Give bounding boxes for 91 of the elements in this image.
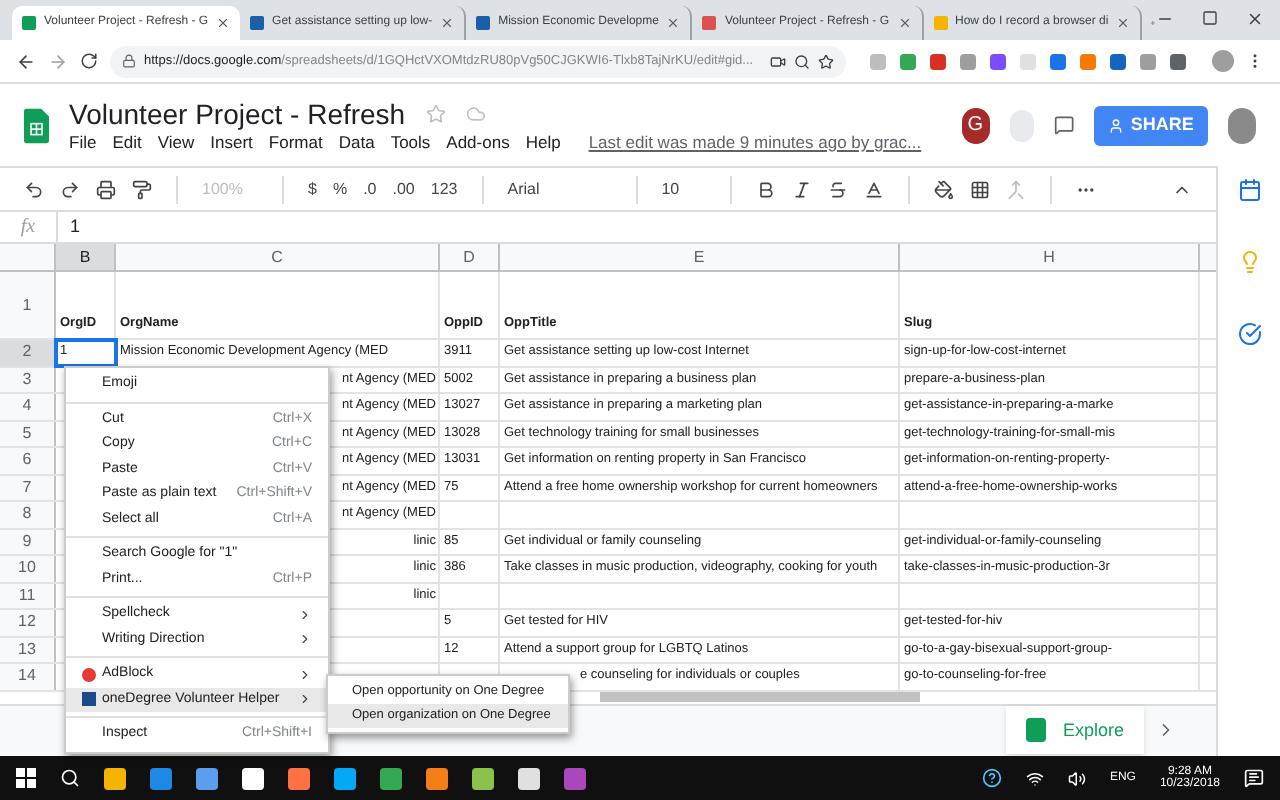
person-icon	[1108, 117, 1125, 133]
row-number[interactable]: 1	[0, 272, 56, 338]
search-icon[interactable]	[794, 53, 810, 69]
back-icon[interactable]	[16, 51, 36, 71]
network-icon[interactable]	[1025, 769, 1044, 787]
column-header[interactable]: C	[116, 244, 440, 270]
row-number[interactable]: 10	[0, 556, 56, 581]
camera-icon[interactable]	[770, 53, 786, 69]
square-icon	[82, 692, 96, 707]
formula-label: fx	[18, 214, 38, 242]
lock-icon	[122, 54, 136, 68]
column-header[interactable]: H	[900, 244, 1200, 270]
formula-input[interactable]: 1	[56, 212, 1216, 242]
strikethrough-icon[interactable]	[827, 179, 848, 199]
reload-icon[interactable]	[80, 52, 98, 70]
row-number[interactable]: 2	[0, 340, 56, 365]
increase-decimals-button[interactable]: .00	[392, 177, 415, 201]
scrollbar-thumb[interactable]	[600, 692, 920, 702]
row-number[interactable]: 5	[0, 421, 56, 446]
close-icon[interactable]	[216, 16, 231, 30]
app-icon[interactable]	[334, 767, 356, 789]
star-icon[interactable]	[818, 53, 834, 69]
notifications-icon[interactable]	[1244, 768, 1264, 788]
help-icon[interactable]	[981, 768, 1002, 788]
font-dropdown[interactable]: Arial	[507, 177, 612, 201]
text-color-icon[interactable]	[863, 179, 884, 199]
font-size-dropdown[interactable]: 10	[661, 177, 706, 201]
four-squares-icon[interactable]	[16, 768, 36, 788]
close-icon[interactable]	[1246, 10, 1264, 28]
row-number[interactable]: 6	[0, 448, 56, 473]
menu-item[interactable]: Format	[268, 133, 323, 151]
redo-icon[interactable]	[60, 179, 80, 199]
app-icon[interactable]	[380, 767, 402, 789]
currency-button[interactable]: $	[308, 177, 317, 201]
row-number[interactable]: 14	[0, 664, 56, 689]
profile-avatar[interactable]	[1227, 107, 1256, 143]
calendar-icon[interactable]	[1237, 178, 1261, 202]
volume-icon[interactable]	[1067, 769, 1086, 787]
paint-format-icon[interactable]	[132, 179, 152, 199]
star-icon[interactable]	[425, 103, 446, 124]
close-icon[interactable]	[666, 16, 681, 30]
menu-item[interactable]: Tools	[390, 133, 431, 151]
app-icon[interactable]	[242, 767, 264, 789]
close-icon[interactable]	[440, 16, 455, 30]
percent-button[interactable]: %	[332, 177, 348, 201]
column-header[interactable]: E	[500, 244, 900, 270]
comment-icon[interactable]	[1054, 112, 1075, 138]
menu-item[interactable]: Help	[525, 133, 561, 151]
menu-item[interactable]: Data	[338, 133, 375, 151]
app-icon[interactable]	[426, 767, 448, 789]
app-icon[interactable]	[104, 767, 126, 789]
close-icon[interactable]	[1116, 16, 1131, 30]
column-header[interactable]: D	[440, 244, 500, 270]
row-number[interactable]: 8	[0, 502, 56, 527]
share-button[interactable]: SHARE	[1094, 105, 1208, 145]
app-icon[interactable]	[518, 767, 540, 789]
bold-icon[interactable]	[755, 179, 776, 199]
borders-icon[interactable]	[969, 179, 990, 199]
menu-item[interactable]: File	[69, 133, 97, 151]
number-format-dropdown[interactable]: 123	[430, 177, 458, 201]
row-number[interactable]: 4	[0, 394, 56, 419]
document-title[interactable]: Volunteer Project - Refresh	[69, 99, 406, 128]
app-icon[interactable]	[288, 767, 310, 789]
app-icon[interactable]	[472, 767, 494, 789]
close-icon[interactable]	[897, 16, 912, 30]
row-number[interactable]: 12	[0, 610, 56, 635]
column-header[interactable]: B	[56, 244, 116, 270]
last-edit-link[interactable]: Last edit was made 9 minutes ago by grac...	[588, 133, 922, 151]
fill-color-icon[interactable]	[933, 179, 954, 199]
menu-item[interactable]: Add-ons	[446, 133, 510, 151]
row-number[interactable]: 13	[0, 637, 56, 662]
print-icon[interactable]	[96, 179, 116, 199]
row-number[interactable]: 9	[0, 529, 56, 554]
decrease-decimals-button[interactable]: .0	[363, 177, 377, 201]
row-number[interactable]: 7	[0, 475, 56, 500]
profile-avatar[interactable]	[1212, 50, 1234, 72]
maximize-icon[interactable]	[1202, 10, 1218, 26]
row-number[interactable]: 11	[0, 583, 56, 608]
explore-button[interactable]: Explore	[1006, 706, 1144, 755]
check-circle-icon[interactable]	[1237, 322, 1261, 346]
app-icon[interactable]	[196, 767, 218, 789]
stop-sign-icon	[82, 667, 96, 682]
italic-icon[interactable]	[791, 179, 812, 199]
user-avatar[interactable]: G	[961, 107, 990, 143]
menu-item[interactable]: Insert	[210, 133, 253, 151]
menu-item[interactable]: View	[157, 133, 195, 151]
undo-icon[interactable]	[24, 179, 44, 199]
menu-item[interactable]: Edit	[112, 133, 142, 151]
spreadsheet-logo-icon[interactable]	[24, 103, 50, 147]
forward-icon[interactable]	[48, 51, 68, 71]
row-number[interactable]: 3	[0, 367, 56, 392]
